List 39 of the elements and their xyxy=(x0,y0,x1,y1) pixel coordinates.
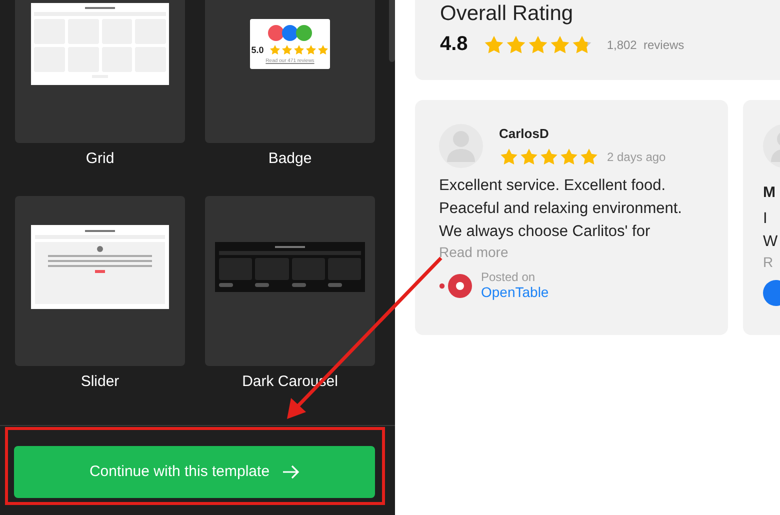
scrollbar[interactable] xyxy=(389,0,395,62)
rating-score: 4.8 xyxy=(440,33,468,56)
star-icon xyxy=(499,147,519,167)
review-date: 2 days ago xyxy=(607,150,666,164)
source-link[interactable]: OpenTable xyxy=(481,284,549,300)
reviewer-name: M xyxy=(763,184,776,201)
star-icon xyxy=(482,34,505,56)
platform-logos-icon xyxy=(267,24,313,42)
star-icon xyxy=(548,34,571,56)
template-card[interactable] xyxy=(15,196,185,366)
overall-rating-title: Overall Rating xyxy=(440,2,574,26)
star-icon xyxy=(280,44,293,56)
star-icon xyxy=(519,147,539,167)
arrow-right-icon xyxy=(282,464,300,480)
review-count: 1,802 reviews xyxy=(606,38,684,52)
star-icon xyxy=(504,34,527,56)
star-icon xyxy=(268,44,281,56)
star-icon xyxy=(292,44,305,56)
review-text: I W xyxy=(763,209,779,252)
reviewer-name: CarlosD xyxy=(499,126,550,141)
rating-score: 5.0 xyxy=(251,45,264,55)
star-icon xyxy=(316,44,329,56)
source-logo-icon xyxy=(439,273,473,299)
star-icon xyxy=(559,147,579,167)
star-icon xyxy=(579,147,599,167)
read-more-link[interactable]: Read more xyxy=(439,244,508,260)
posted-on-label: Posted on xyxy=(481,270,536,284)
continue-button[interactable]: Continue with this template xyxy=(14,446,375,498)
review-text: Excellent service. Excellent food. Peaceful and relaxing environment. We always choose Carlitos' for xyxy=(439,176,683,242)
read-more-link[interactable]: R xyxy=(763,254,774,270)
star-icon xyxy=(526,34,549,56)
template-name: Badge xyxy=(268,150,312,167)
template-name: Slider xyxy=(80,373,120,390)
avatar-icon xyxy=(439,124,483,168)
star-icon xyxy=(570,34,593,56)
template-card[interactable] xyxy=(15,0,185,143)
star-icon xyxy=(539,147,559,167)
template-name: Grid xyxy=(86,150,114,167)
star-icon xyxy=(304,44,317,56)
